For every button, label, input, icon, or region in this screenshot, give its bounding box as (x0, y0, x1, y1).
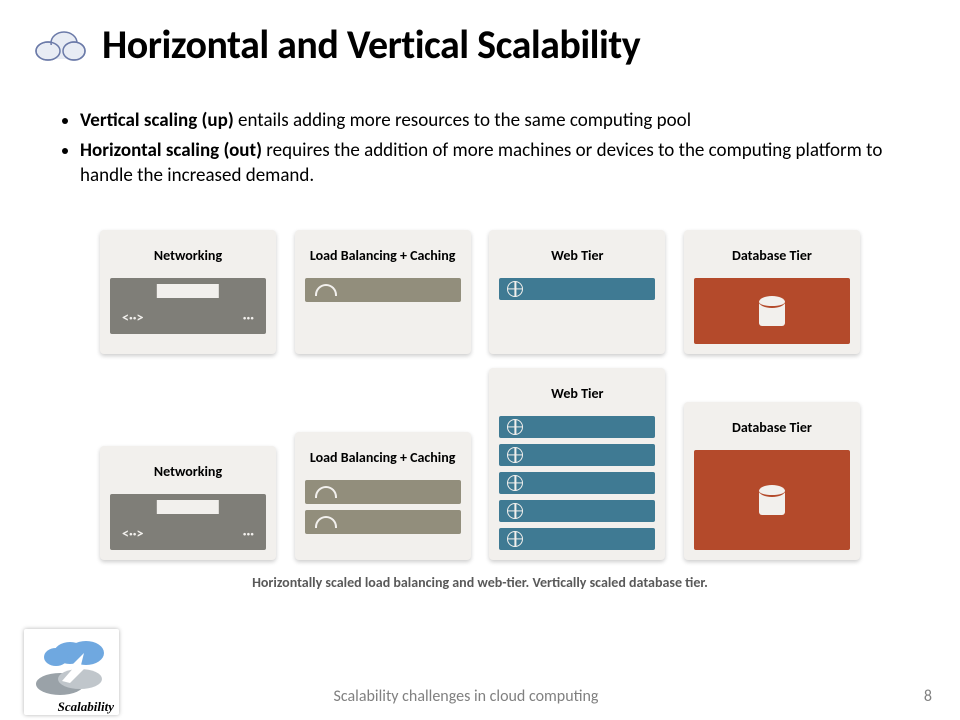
card-networking-1: Networking <··> ··· (100, 230, 276, 354)
web-instance-icon (499, 444, 655, 466)
diagram-row-2: Networking <··> ··· Load Balancing + Cac… (100, 368, 860, 560)
card-webtier-1: Web Tier (489, 230, 665, 354)
web-instance-icon (499, 472, 655, 494)
bullet-vertical: Vertical scaling (up) entails adding mor… (80, 108, 900, 134)
card-dbtier-2: Database Tier (684, 402, 860, 560)
loadbalancer-icon (305, 480, 461, 504)
loadbalancer-icon (305, 510, 461, 534)
bullet-horizontal-bold: Horizontal scaling (out) (80, 139, 262, 162)
database-icon (694, 450, 850, 550)
badge-label: Scalability (58, 699, 114, 715)
diagram-row-1: Networking <··> ··· Load Balancing + Cac… (100, 230, 860, 354)
web-instance-icon (499, 416, 655, 438)
card-networking-2: Networking <··> ··· (100, 446, 276, 560)
bullet-horizontal: Horizontal scaling (out) requires the ad… (80, 138, 900, 189)
footer-text: Scalability challenges in cloud computin… (0, 687, 932, 706)
slide-footer: Scalability challenges in cloud computin… (0, 687, 932, 706)
label-webtier-2: Web Tier (551, 378, 603, 410)
label-dbtier-1: Database Tier (732, 240, 812, 272)
scalability-badge: Scalability (24, 629, 119, 715)
networking-icon: <··> ··· (110, 494, 266, 550)
diagram: Networking <··> ··· Load Balancing + Cac… (100, 230, 860, 591)
label-networking-2: Networking (154, 456, 222, 488)
label-webtier-1: Web Tier (551, 240, 603, 272)
web-instance-icon (499, 500, 655, 522)
slide-title: Horizontal and Vertical Scalability (102, 20, 640, 69)
web-instance-icon (499, 278, 655, 300)
label-loadbalancing-1: Load Balancing + Caching (310, 240, 455, 272)
cloud-icon (30, 25, 90, 65)
card-webtier-2: Web Tier (489, 368, 665, 560)
loadbalancer-icon (305, 278, 461, 302)
database-icon (694, 278, 850, 344)
label-loadbalancing-2: Load Balancing + Caching (310, 442, 455, 474)
diagram-caption: Horizontally scaled load balancing and w… (100, 574, 860, 591)
web-instance-icon (499, 528, 655, 550)
bullet-vertical-text: entails adding more resources to the sam… (234, 109, 691, 132)
card-loadbalancing-2: Load Balancing + Caching (295, 432, 471, 560)
bullet-vertical-bold: Vertical scaling (up) (80, 109, 234, 132)
card-loadbalancing-1: Load Balancing + Caching (295, 230, 471, 354)
label-networking-1: Networking (154, 240, 222, 272)
card-dbtier-1: Database Tier (684, 230, 860, 354)
networking-icon: <··> ··· (110, 278, 266, 334)
page-number: 8 (924, 687, 932, 706)
label-dbtier-2: Database Tier (732, 412, 812, 444)
bullet-list: Vertical scaling (up) entails adding mor… (0, 98, 960, 211)
